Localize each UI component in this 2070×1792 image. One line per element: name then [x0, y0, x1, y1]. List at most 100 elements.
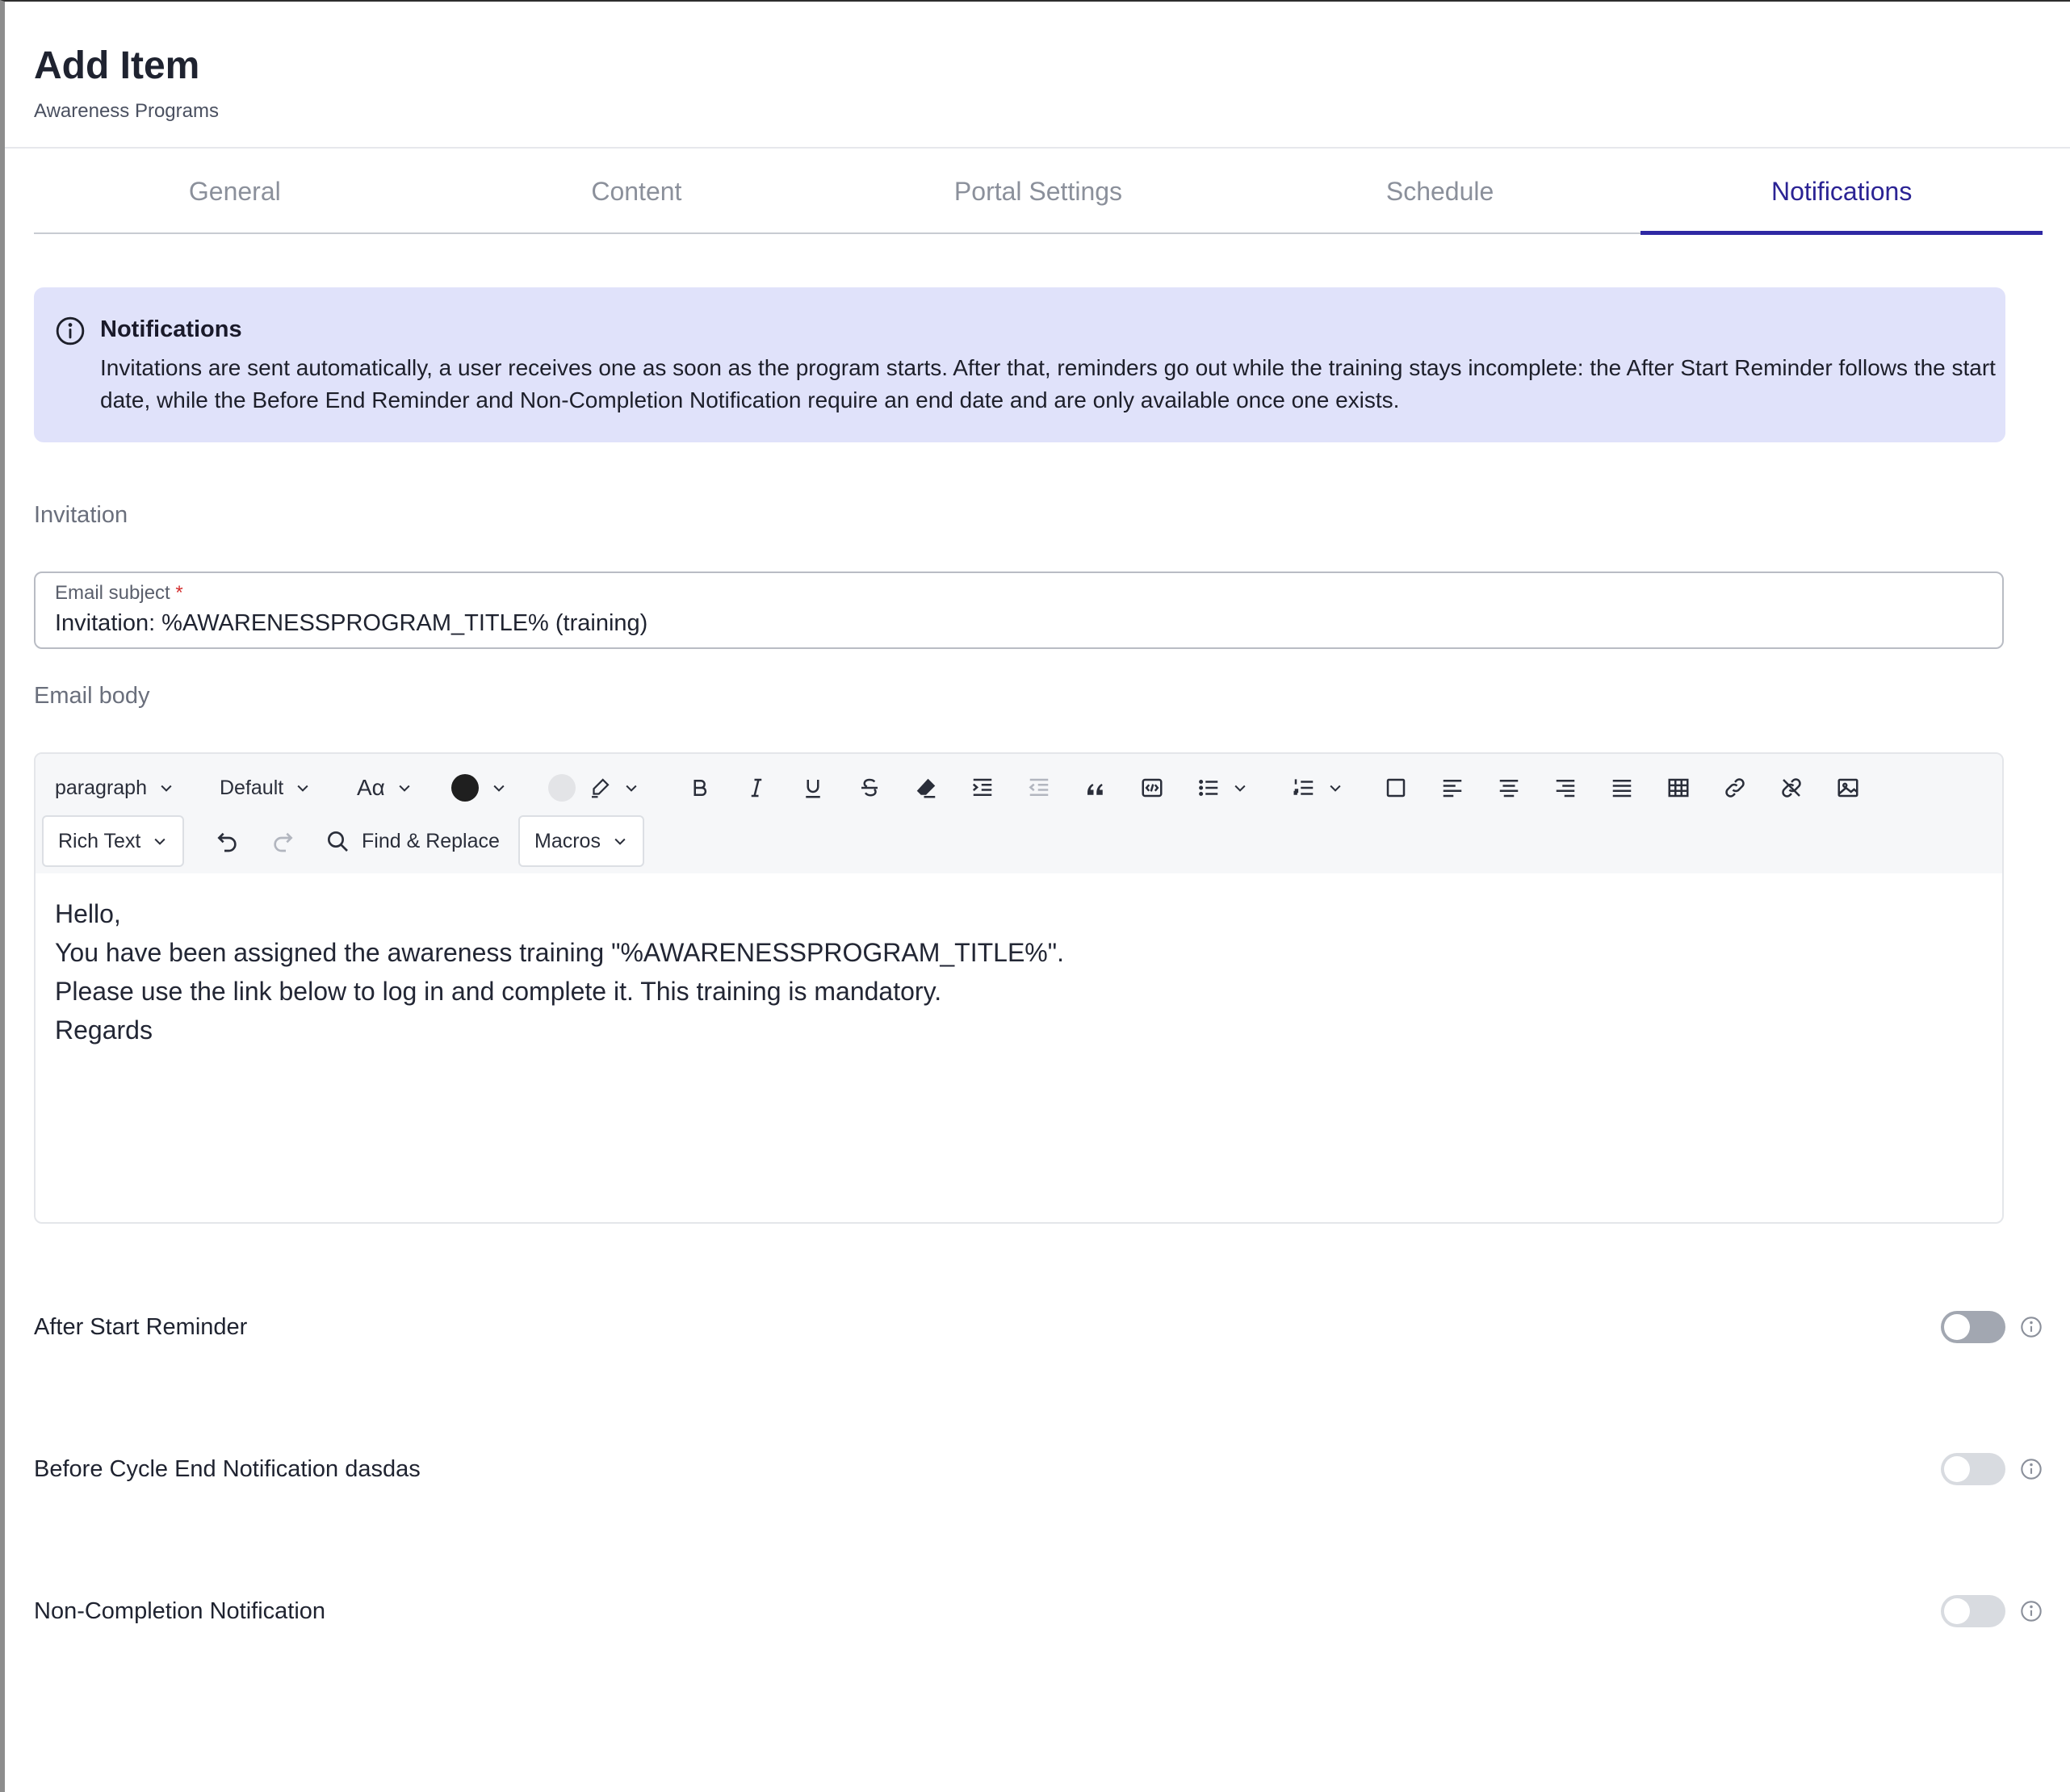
- font-family-label: Default: [220, 776, 284, 799]
- info-icon[interactable]: [2020, 1316, 2043, 1338]
- chevron-down-icon: [1234, 785, 1246, 792]
- italic-icon: [751, 778, 762, 798]
- bullet-list-icon: [1199, 780, 1218, 796]
- header-divider: [5, 147, 2070, 149]
- eraser-icon: [916, 778, 936, 798]
- email-subject-label: Email subject *: [55, 582, 183, 604]
- strikethrough-button[interactable]: [857, 768, 882, 807]
- tab-portal-settings[interactable]: Portal Settings: [837, 150, 1239, 232]
- font-family-select[interactable]: Default: [220, 768, 311, 807]
- align-center-icon: [1499, 780, 1519, 798]
- tab-schedule[interactable]: Schedule: [1239, 150, 1641, 232]
- redo-button[interactable]: [270, 822, 295, 860]
- text-color-swatch-icon: [451, 774, 479, 802]
- chevron-down-icon: [297, 785, 308, 792]
- editor-line: Hello,: [55, 899, 121, 928]
- non-completion-row: Non-Completion Notification: [34, 1587, 2043, 1635]
- table-icon: [1668, 778, 1689, 798]
- link-icon: [1725, 778, 1745, 798]
- tab-content[interactable]: Content: [436, 150, 838, 232]
- invitation-section-label: Invitation: [34, 502, 128, 528]
- outdent-icon: [1029, 778, 1049, 796]
- highlight-color-picker[interactable]: [547, 768, 639, 807]
- alert-text: Invitations are sent automatically, a us…: [100, 355, 1996, 412]
- tab-general[interactable]: General: [34, 150, 436, 232]
- before-cycle-end-toggle[interactable]: [1941, 1453, 2005, 1485]
- email-subject-field[interactable]: Email subject *: [34, 572, 2004, 649]
- macros-select[interactable]: Macros: [518, 815, 644, 867]
- editor-content[interactable]: Hello, You have been assigned the awaren…: [36, 873, 2002, 1070]
- editor-toolbar: paragraph Default Aα Rich Text Find & Re…: [36, 754, 2002, 873]
- after-start-reminder-toggle[interactable]: [1941, 1311, 2005, 1343]
- tab-notifications[interactable]: Notifications: [1640, 150, 2043, 235]
- find-replace-button[interactable]: Find & Replace: [325, 822, 500, 860]
- required-mark: *: [175, 582, 183, 604]
- blockquote-button[interactable]: [1083, 768, 1108, 807]
- align-left-button[interactable]: [1440, 768, 1465, 807]
- toggle-knob: [1944, 1456, 1970, 1482]
- non-completion-toggle[interactable]: [1941, 1595, 2005, 1627]
- undo-icon: [217, 832, 237, 852]
- editor-mode-label: Rich Text: [58, 829, 141, 852]
- editor-line: You have been assigned the awareness tra…: [55, 938, 1064, 967]
- align-right-icon: [1556, 780, 1575, 798]
- underline-icon: [806, 780, 820, 798]
- strikethrough-icon: [861, 778, 878, 797]
- code-block-button[interactable]: [1140, 768, 1164, 807]
- search-icon: [328, 831, 348, 852]
- italic-button[interactable]: [744, 768, 769, 807]
- page-subtitle: Awareness Programs: [34, 100, 219, 122]
- toggle-knob: [1944, 1314, 1970, 1340]
- remove-link-button[interactable]: [1779, 768, 1804, 807]
- undo-button[interactable]: [215, 822, 241, 860]
- chevron-down-icon: [154, 838, 166, 845]
- underline-button[interactable]: [801, 768, 825, 807]
- indent-button[interactable]: [970, 768, 995, 807]
- align-left-icon: [1443, 780, 1462, 798]
- numbered-list-select[interactable]: [1292, 768, 1343, 807]
- info-icon[interactable]: [2020, 1600, 2043, 1622]
- bold-button[interactable]: [688, 768, 712, 807]
- quote-icon: [1087, 784, 1103, 795]
- image-icon: [1837, 778, 1858, 798]
- non-completion-label: Non-Completion Notification: [34, 1597, 326, 1624]
- bullet-list-select[interactable]: [1196, 768, 1248, 807]
- before-cycle-end-label: Before Cycle End Notification dasdas: [34, 1455, 421, 1482]
- box-button[interactable]: [1384, 768, 1408, 807]
- insert-link-button[interactable]: [1723, 768, 1747, 807]
- text-color-picker[interactable]: [450, 768, 507, 807]
- font-size-select[interactable]: Aα: [357, 768, 413, 807]
- editor-mode-select[interactable]: Rich Text: [42, 815, 185, 867]
- align-center-button[interactable]: [1497, 768, 1521, 807]
- toggle-knob: [1944, 1598, 1970, 1624]
- indent-icon: [972, 778, 992, 796]
- code-block-icon: [1142, 778, 1163, 798]
- after-start-reminder-row: After Start Reminder: [34, 1303, 2043, 1351]
- before-cycle-end-row: Before Cycle End Notification dasdas: [34, 1445, 2043, 1493]
- align-justify-icon: [1612, 780, 1632, 798]
- numbered-list-icon: [1293, 779, 1314, 795]
- chevron-down-icon: [614, 838, 626, 845]
- editor-line: Please use the link below to log in and …: [55, 977, 942, 1006]
- clear-format-button[interactable]: [914, 768, 938, 807]
- tab-bar: General Content Portal Settings Schedule…: [34, 150, 2043, 235]
- macros-label: Macros: [534, 829, 601, 852]
- page-header: Add Item Awareness Programs: [34, 40, 219, 123]
- block-format-select[interactable]: paragraph: [55, 768, 174, 807]
- bold-icon: [693, 780, 707, 796]
- justify-button[interactable]: [1610, 768, 1634, 807]
- align-right-button[interactable]: [1553, 768, 1578, 807]
- chevron-down-icon: [1330, 785, 1341, 792]
- highlight-swatch-icon: [548, 774, 576, 802]
- insert-table-button[interactable]: [1666, 768, 1691, 807]
- chevron-down-icon: [399, 785, 410, 792]
- info-icon: [56, 316, 85, 345]
- email-subject-input[interactable]: [55, 607, 1983, 639]
- insert-image-button[interactable]: [1836, 768, 1860, 807]
- editor-line: Regards: [55, 1015, 153, 1045]
- info-icon[interactable]: [2020, 1458, 2043, 1480]
- after-start-reminder-label: After Start Reminder: [34, 1313, 248, 1340]
- square-icon: [1386, 778, 1406, 798]
- outdent-button[interactable]: [1027, 768, 1051, 807]
- unlink-icon: [1782, 778, 1801, 798]
